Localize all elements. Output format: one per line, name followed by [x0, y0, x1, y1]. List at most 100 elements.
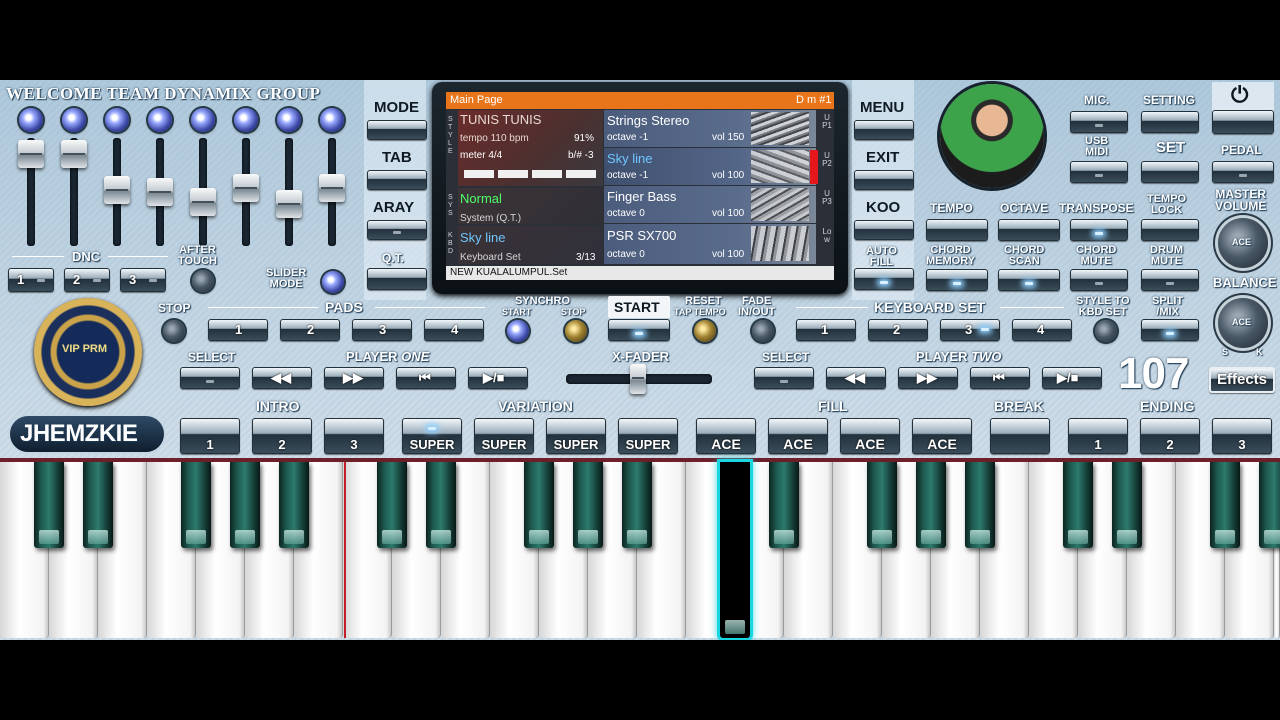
dnc-button-1[interactable]: 1 [8, 268, 54, 292]
stop-knob[interactable] [163, 320, 185, 342]
break-button[interactable] [990, 418, 1050, 454]
drum-mute-button[interactable] [1141, 269, 1199, 291]
slider-knob-1[interactable] [19, 108, 43, 132]
intro-button-3[interactable]: 3 [324, 418, 384, 454]
black-key[interactable] [622, 462, 652, 548]
pad-button-2[interactable]: 2 [280, 319, 340, 341]
slider-handle-6[interactable] [233, 174, 259, 202]
fill-button-3[interactable]: ACE [840, 418, 900, 454]
set-button[interactable] [1141, 161, 1199, 183]
player-one-play-button[interactable]: ▶/■ [468, 367, 528, 389]
style-to-kbd-knob[interactable] [1095, 320, 1117, 342]
kbd-set-button-3[interactable]: 3 [940, 319, 1000, 341]
slider-handle-3[interactable] [104, 176, 130, 204]
black-key[interactable] [573, 462, 603, 548]
slider-handle-4[interactable] [147, 178, 173, 206]
ending-button-1[interactable]: 1 [1068, 418, 1128, 454]
black-key[interactable] [1210, 462, 1240, 548]
kbd-set-button-1[interactable]: 1 [796, 319, 856, 341]
black-key[interactable] [1063, 462, 1093, 548]
slider-knob-3[interactable] [105, 108, 129, 132]
slider-knob-6[interactable] [234, 108, 258, 132]
slider-mode-knob[interactable] [322, 271, 344, 293]
fill-button-4[interactable]: ACE [912, 418, 972, 454]
fade-knob[interactable] [752, 320, 774, 342]
dnc-button-3[interactable]: 3 [120, 268, 166, 292]
koo-button[interactable] [854, 220, 914, 240]
tempo-button[interactable] [926, 219, 988, 241]
slider-handle-8[interactable] [319, 174, 345, 202]
slider-handle-1[interactable] [18, 140, 44, 168]
black-key[interactable] [426, 462, 456, 548]
ending-button-3[interactable]: 3 [1212, 418, 1272, 454]
player-one-forward-button[interactable]: ▶▶ [324, 367, 384, 389]
player-one-prev-button[interactable]: ⏮ [396, 367, 456, 389]
player-two-prev-button[interactable]: ⏮ [970, 367, 1030, 389]
effects-button[interactable]: Effects [1209, 367, 1275, 393]
black-key[interactable] [867, 462, 897, 548]
black-key[interactable] [1259, 462, 1280, 548]
exit-button[interactable] [854, 170, 914, 190]
mic-button[interactable] [1070, 111, 1128, 133]
player-one-rewind-button[interactable]: ◀◀ [252, 367, 312, 389]
slider-knob-8[interactable] [320, 108, 344, 132]
mode-button[interactable] [367, 120, 427, 140]
variation-button-4[interactable]: SUPER [618, 418, 678, 454]
ending-button-2[interactable]: 2 [1140, 418, 1200, 454]
qt-button[interactable] [367, 268, 427, 290]
slider-knob-2[interactable] [62, 108, 86, 132]
x-fader-handle[interactable] [630, 364, 646, 394]
slider-handle-5[interactable] [190, 188, 216, 216]
variation-button-3[interactable]: SUPER [546, 418, 606, 454]
reset-knob[interactable] [694, 320, 716, 342]
split-mix-button[interactable] [1141, 319, 1199, 341]
pad-button-4[interactable]: 4 [424, 319, 484, 341]
intro-button-2[interactable]: 2 [252, 418, 312, 454]
pedal-button[interactable] [1212, 161, 1274, 183]
menu-button[interactable] [854, 120, 914, 140]
black-key[interactable] [524, 462, 554, 548]
tempo-lock-button[interactable] [1141, 219, 1199, 241]
slider-knob-7[interactable] [277, 108, 301, 132]
tab-button[interactable] [367, 170, 427, 190]
player-two-forward-button[interactable]: ▶▶ [898, 367, 958, 389]
start-button[interactable] [608, 319, 670, 341]
black-key[interactable] [916, 462, 946, 548]
variation-button-2[interactable]: SUPER [474, 418, 534, 454]
synchro-start-knob[interactable] [507, 320, 529, 342]
black-key-pressed[interactable] [720, 462, 750, 638]
slider-handle-7[interactable] [276, 190, 302, 218]
chord-mute-button[interactable] [1070, 269, 1128, 291]
player-one-select-button[interactable] [180, 367, 240, 389]
pad-button-3[interactable]: 3 [352, 319, 412, 341]
black-key[interactable] [769, 462, 799, 548]
black-key[interactable] [279, 462, 309, 548]
after-touch-knob[interactable] [192, 270, 214, 292]
black-key[interactable] [377, 462, 407, 548]
slider-knob-5[interactable] [191, 108, 215, 132]
setting-button[interactable] [1141, 111, 1199, 133]
slider-knob-4[interactable] [148, 108, 172, 132]
chord-scan-button[interactable] [998, 269, 1060, 291]
auto-fill-button[interactable] [854, 268, 914, 290]
aray-button[interactable] [367, 220, 427, 240]
usb-midi-button[interactable] [1070, 161, 1128, 183]
synchro-stop-knob[interactable] [565, 320, 587, 342]
pad-button-1[interactable]: 1 [208, 319, 268, 341]
octave-button[interactable] [998, 219, 1060, 241]
black-key[interactable] [181, 462, 211, 548]
slider-handle-2[interactable] [61, 140, 87, 168]
chord-memory-button[interactable] [926, 269, 988, 291]
black-key[interactable] [83, 462, 113, 548]
black-key[interactable] [34, 462, 64, 548]
intro-button-1[interactable]: 1 [180, 418, 240, 454]
black-key[interactable] [1112, 462, 1142, 548]
player-two-rewind-button[interactable]: ◀◀ [826, 367, 886, 389]
player-two-select-button[interactable] [754, 367, 814, 389]
transpose-button[interactable] [1070, 219, 1128, 241]
variation-button-1[interactable]: SUPER [402, 418, 462, 454]
kbd-set-button-2[interactable]: 2 [868, 319, 928, 341]
player-two-play-button[interactable]: ▶/■ [1042, 367, 1102, 389]
fill-button-2[interactable]: ACE [768, 418, 828, 454]
power-icon[interactable]: ⏻ [1231, 84, 1248, 106]
